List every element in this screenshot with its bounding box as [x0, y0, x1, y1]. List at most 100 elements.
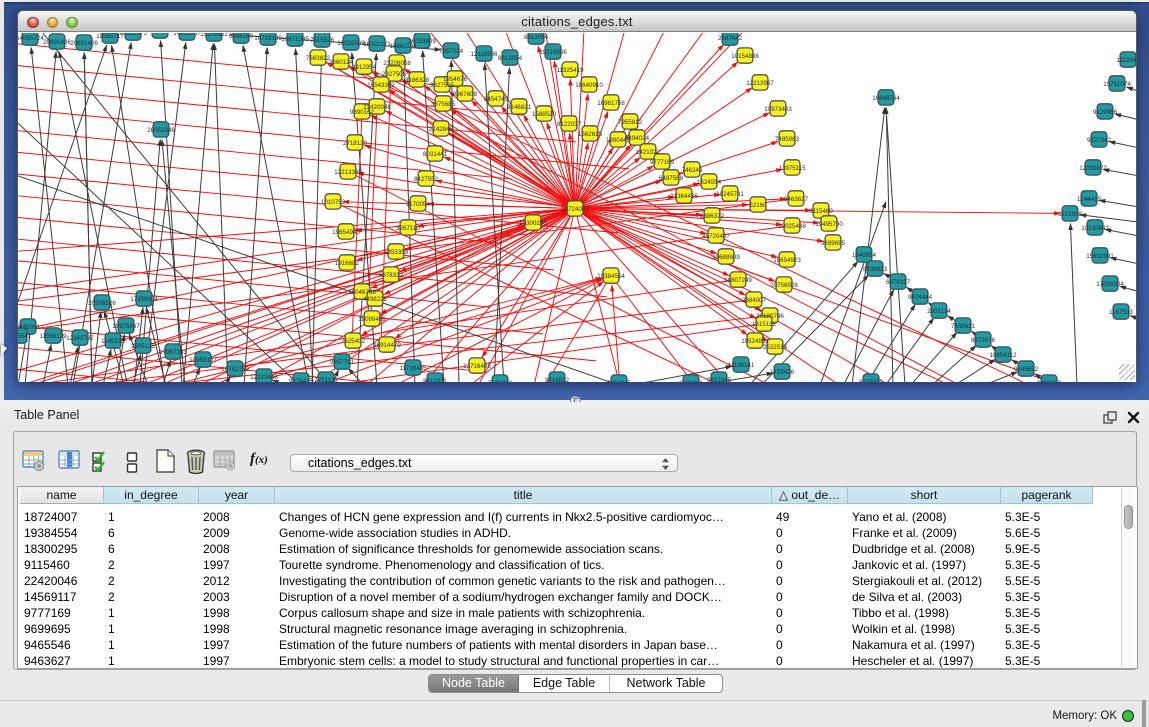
- svg-text:16033809: 16033809: [337, 40, 365, 47]
- svg-text:8813054: 8813054: [498, 55, 523, 62]
- svg-text:8878332: 8878332: [379, 272, 404, 279]
- svg-text:8454749: 8454749: [484, 96, 509, 103]
- svg-text:7632621: 7632621: [951, 323, 976, 330]
- svg-text:12213369: 12213369: [334, 169, 362, 176]
- svg-text:12323448: 12323448: [250, 374, 278, 381]
- svg-text:1353359: 1353359: [384, 249, 409, 256]
- svg-text:1562615: 1562615: [578, 131, 603, 138]
- svg-text:16961758: 16961758: [597, 100, 625, 107]
- svg-text:16914479: 16914479: [373, 342, 401, 349]
- svg-text:12118506: 12118506: [470, 51, 498, 58]
- svg-text:16543362: 16543362: [367, 82, 395, 89]
- svg-text:3915541: 3915541: [18, 333, 32, 340]
- svg-text:17016504: 17016504: [1096, 281, 1124, 288]
- svg-text:6123411: 6123411: [679, 380, 703, 382]
- svg-text:1640954: 1640954: [852, 252, 877, 259]
- svg-text:3660124: 3660124: [329, 59, 354, 66]
- svg-text:1170054: 1170054: [406, 201, 430, 208]
- svg-text:9115460: 9115460: [809, 208, 833, 215]
- svg-text:8122037: 8122037: [557, 121, 582, 128]
- svg-text:12213967: 12213967: [746, 80, 774, 87]
- svg-text:1435061: 1435061: [18, 324, 41, 331]
- svg-text:2242845: 2242845: [429, 126, 454, 133]
- svg-text:2886372: 2886372: [700, 213, 725, 220]
- svg-text:10688609: 10688609: [712, 254, 740, 261]
- svg-text:1588520: 1588520: [532, 111, 557, 118]
- svg-text:8031441: 8031441: [423, 151, 448, 158]
- svg-text:14055724: 14055724: [18, 35, 44, 42]
- svg-text:1916682: 1916682: [335, 260, 360, 267]
- svg-text:10973403: 10973403: [764, 106, 792, 113]
- svg-text:6466160: 6466160: [229, 33, 254, 40]
- svg-text:7485063: 7485063: [775, 136, 800, 143]
- svg-text:8123411: 8123411: [859, 379, 883, 382]
- svg-text:18245741: 18245741: [716, 191, 744, 198]
- svg-text:9314512: 9314512: [545, 377, 570, 382]
- svg-text:23420046: 23420046: [363, 104, 391, 111]
- svg-text:4498222: 4498222: [363, 296, 388, 303]
- svg-text:2967608: 2967608: [453, 91, 478, 98]
- svg-text:1167533: 1167533: [1109, 309, 1133, 316]
- svg-text:11568129: 11568129: [39, 333, 67, 340]
- svg-text:2327505: 2327505: [382, 71, 407, 78]
- svg-text:1244415: 1244415: [1077, 196, 1102, 203]
- svg-text:9327505: 9327505: [430, 82, 455, 89]
- svg-text:10958107: 10958107: [189, 357, 217, 364]
- svg-text:12093872: 12093872: [1079, 165, 1107, 172]
- svg-text:18807249: 18807249: [724, 277, 752, 284]
- svg-text:1421022: 1421022: [636, 149, 661, 156]
- svg-text:26053346: 26053346: [147, 127, 175, 134]
- svg-text:11136141: 11136141: [728, 362, 755, 369]
- svg-text:9912345: 9912345: [707, 377, 732, 382]
- svg-text:16648764: 16648764: [872, 95, 900, 102]
- svg-text:9245652: 9245652: [1014, 366, 1039, 373]
- svg-text:2522514: 2522514: [763, 344, 788, 351]
- svg-text:20691406: 20691406: [43, 39, 71, 46]
- svg-text:1145195: 1145195: [101, 338, 125, 345]
- svg-text:15692991: 15692991: [1086, 253, 1114, 260]
- svg-text:8938923: 8938923: [863, 266, 888, 273]
- svg-text:8211345: 8211345: [607, 380, 631, 382]
- svg-text:1112045: 1112045: [1116, 57, 1136, 64]
- svg-text:19218506: 19218506: [539, 49, 567, 56]
- svg-text:7751123: 7751123: [314, 377, 338, 382]
- svg-text:10210643: 10210643: [1081, 225, 1109, 232]
- svg-text:21059214: 21059214: [146, 33, 174, 35]
- svg-text:18331271: 18331271: [363, 41, 391, 48]
- svg-text:18724007: 18724007: [561, 206, 589, 213]
- svg-text:19099489: 19099489: [358, 316, 386, 323]
- svg-text:21364436: 21364436: [670, 193, 698, 200]
- svg-text:746246: 746246: [682, 167, 703, 174]
- svg-text:16782759: 16782759: [221, 366, 249, 373]
- svg-text:10046788: 10046788: [348, 289, 376, 296]
- svg-text:11716485: 11716485: [399, 365, 427, 372]
- svg-text:9129966: 9129966: [1093, 109, 1118, 116]
- svg-text:19495790: 19495790: [815, 221, 843, 228]
- svg-text:3875685: 3875685: [431, 101, 456, 108]
- svg-text:10654112: 10654112: [989, 352, 1017, 359]
- svg-text:19384554: 19384554: [597, 273, 625, 280]
- svg-text:10719185: 10719185: [254, 35, 282, 42]
- svg-text:3215958: 3215958: [1058, 211, 1083, 218]
- svg-text:9777169: 9777169: [650, 159, 675, 166]
- svg-text:9874415: 9874415: [289, 378, 314, 382]
- svg-text:19975867: 19975867: [112, 323, 140, 330]
- svg-text:7663822: 7663822: [306, 55, 331, 62]
- svg-text:9227342: 9227342: [1087, 137, 1112, 144]
- svg-text:1010752: 1010752: [321, 199, 346, 206]
- svg-text:17359924: 17359924: [130, 296, 158, 303]
- svg-text:8186328: 8186328: [405, 77, 430, 84]
- svg-text:10154808: 10154808: [731, 53, 759, 60]
- svg-text:19654945: 19654945: [332, 229, 360, 236]
- svg-text:8912954: 8912954: [352, 64, 377, 71]
- svg-text:10653267: 10653267: [173, 33, 201, 37]
- svg-text:10025488: 10025488: [778, 223, 806, 230]
- svg-text:17957253: 17957253: [159, 349, 187, 356]
- svg-text:7515526: 7515526: [310, 37, 335, 44]
- svg-text:10671385: 10671385: [281, 36, 309, 43]
- svg-text:1733426: 1733426: [770, 369, 795, 376]
- svg-text:62160: 62160: [749, 202, 767, 209]
- svg-text:9699695: 9699695: [821, 240, 846, 247]
- svg-text:6494024: 6494024: [625, 135, 650, 142]
- svg-text:15751074: 15751074: [1103, 81, 1131, 88]
